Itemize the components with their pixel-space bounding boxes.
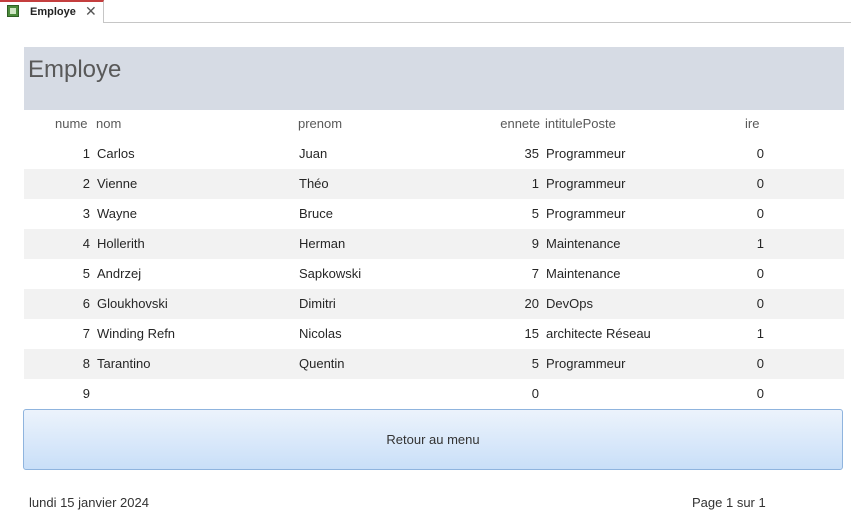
table-row[interactable]: 1 Carlos Juan 35 Programmeur 0 [24, 139, 844, 169]
cell-anciennete[interactable]: 15 [494, 326, 539, 343]
close-icon[interactable]: ✕ [85, 4, 97, 18]
cell-prenom[interactable]: Sapkowski [299, 266, 494, 283]
page-title: Employe [28, 56, 122, 83]
cell-numero[interactable]: 3 [55, 206, 90, 223]
cell-prenom[interactable]: Herman [299, 236, 494, 253]
cell-prenom[interactable]: Nicolas [299, 326, 494, 343]
cell-nom[interactable]: Winding Refn [97, 326, 292, 343]
cell-intitule-poste[interactable]: Maintenance [546, 266, 746, 283]
cell-numero[interactable]: 9 [55, 386, 90, 403]
cell-salaire[interactable]: 0 [724, 386, 764, 403]
table-row[interactable]: 7 Winding Refn Nicolas 15 architecte Réseau 1 [24, 319, 844, 349]
cell-salaire[interactable]: 0 [724, 296, 764, 313]
column-header-intitule-poste: intitulePoste [545, 116, 616, 131]
cell-numero[interactable]: 2 [55, 176, 90, 193]
cell-intitule-poste[interactable]: DevOps [546, 296, 746, 313]
cell-salaire[interactable]: 0 [724, 176, 764, 193]
footer-page-number: Page 1 sur 1 [692, 495, 766, 510]
cell-anciennete[interactable]: 0 [494, 386, 539, 403]
table-row[interactable]: 3 Wayne Bruce 5 Programmeur 0 [24, 199, 844, 229]
cell-intitule-poste[interactable]: Maintenance [546, 236, 746, 253]
cell-nom[interactable]: Hollerith [97, 236, 292, 253]
cell-intitule-poste[interactable]: architecte Réseau [546, 326, 746, 343]
table-row[interactable]: 2 Vienne Théo 1 Programmeur 0 [24, 169, 844, 199]
cell-salaire[interactable]: 0 [724, 146, 764, 163]
cell-anciennete[interactable]: 35 [494, 146, 539, 163]
cell-numero[interactable]: 6 [55, 296, 90, 313]
cell-intitule-poste[interactable]: Programmeur [546, 206, 746, 223]
cell-anciennete[interactable]: 5 [494, 206, 539, 223]
cell-nom[interactable] [97, 386, 292, 403]
form-header: Employe [24, 47, 844, 110]
document-tab-bar: Employe ✕ [0, 0, 851, 23]
cell-nom[interactable]: Andrzej [97, 266, 292, 283]
table-row[interactable]: 4 Hollerith Herman 9 Maintenance 1 [24, 229, 844, 259]
table-row[interactable]: 8 Tarantino Quentin 5 Programmeur 0 [24, 349, 844, 379]
column-header-prenom: prenom [298, 116, 343, 131]
cell-intitule-poste[interactable]: Programmeur [546, 356, 746, 373]
back-to-menu-label: Retour au menu [386, 432, 480, 447]
cell-intitule-poste[interactable]: Programmeur [546, 146, 746, 163]
cell-intitule-poste[interactable] [546, 386, 746, 403]
cell-salaire[interactable]: 1 [724, 326, 764, 343]
cell-prenom[interactable]: Théo [299, 176, 494, 193]
cell-anciennete[interactable]: 5 [494, 356, 539, 373]
cell-anciennete[interactable]: 20 [494, 296, 539, 313]
cell-salaire[interactable]: 0 [724, 206, 764, 223]
column-header-nom: nom [96, 116, 122, 131]
cell-numero[interactable]: 8 [55, 356, 90, 373]
cell-prenom[interactable]: Juan [299, 146, 494, 163]
cell-anciennete[interactable]: 1 [494, 176, 539, 193]
column-header-numero: nume [55, 116, 88, 131]
cell-nom[interactable]: Tarantino [97, 356, 292, 373]
cell-prenom[interactable]: Dimitri [299, 296, 494, 313]
cell-intitule-poste[interactable]: Programmeur [546, 176, 746, 193]
cell-salaire[interactable]: 0 [724, 356, 764, 373]
cell-salaire[interactable]: 1 [724, 236, 764, 253]
cell-prenom[interactable] [299, 386, 494, 403]
tab-label: Employe [30, 6, 76, 18]
cell-nom[interactable]: Wayne [97, 206, 292, 223]
cell-prenom[interactable]: Bruce [299, 206, 494, 223]
back-to-menu-button[interactable]: Retour au menu [23, 409, 843, 470]
cell-prenom[interactable]: Quentin [299, 356, 494, 373]
cell-nom[interactable]: Vienne [97, 176, 292, 193]
cell-numero[interactable]: 4 [55, 236, 90, 253]
cell-anciennete[interactable]: 7 [494, 266, 539, 283]
table-row[interactable]: 6 Gloukhovski Dimitri 20 DevOps 0 [24, 289, 844, 319]
form-icon [7, 5, 19, 17]
tab-employe[interactable]: Employe ✕ [0, 0, 104, 23]
cell-numero[interactable]: 1 [55, 146, 90, 163]
column-header-salaire: ire [745, 116, 760, 131]
table-row[interactable]: 9 0 0 [24, 379, 844, 409]
footer-date: lundi 15 janvier 2024 [29, 495, 149, 510]
cell-nom[interactable]: Gloukhovski [97, 296, 292, 313]
table-row[interactable]: 5 Andrzej Sapkowski 7 Maintenance 0 [24, 259, 844, 289]
cell-numero[interactable]: 5 [55, 266, 90, 283]
cell-numero[interactable]: 7 [55, 326, 90, 343]
column-header-anciennete: ennete [500, 116, 540, 131]
cell-anciennete[interactable]: 9 [494, 236, 539, 253]
cell-salaire[interactable]: 0 [724, 266, 764, 283]
cell-nom[interactable]: Carlos [97, 146, 292, 163]
